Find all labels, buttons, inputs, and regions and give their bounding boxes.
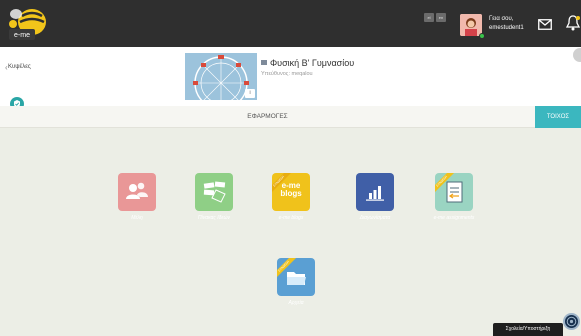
e-me-logo[interactable]: e-me <box>6 6 48 42</box>
schools-support-button[interactable]: Σχολεία/Υποστήριξη <box>493 323 563 336</box>
settings-round-button[interactable] <box>573 48 581 62</box>
top-bar: e-me el en Γεια σου, emestudent1 <box>0 0 581 47</box>
app-label: Διαγωνίσματα <box>359 215 391 221</box>
folder-icon <box>261 60 267 65</box>
course-responsible: Υπεύθυνος: meqalou <box>261 71 313 77</box>
logo-text: e-me <box>14 32 30 39</box>
tab-wall[interactable]: ΤΟΙΧΟΣ <box>535 106 581 128</box>
app-assignments[interactable]: ΣΥΝΔΕΣΗ e-me assignments <box>424 173 484 221</box>
responsible-name: meqalou <box>291 71 313 77</box>
info-icon[interactable]: i <box>245 89 255 98</box>
tab-applications[interactable]: ΕΦΑΡΜΟΓΕΣ <box>0 106 535 128</box>
app-label: e-me blogs <box>278 215 304 221</box>
username-text: emestudent1 <box>489 25 524 31</box>
app-label: Μέλη <box>131 215 143 221</box>
bar-chart-icon <box>366 186 384 201</box>
avatar[interactable] <box>460 14 482 36</box>
app-quizzes[interactable]: Διαγωνίσματα <box>345 173 405 221</box>
language-gr-button[interactable]: el <box>424 13 434 22</box>
app-files[interactable]: ΣΥΝΔΕΣΗ Αρχεία <box>266 258 326 306</box>
course-image: i <box>185 53 257 100</box>
ideas-board-tile[interactable] <box>195 173 233 211</box>
members-tile[interactable] <box>118 173 156 211</box>
blogs-tile-text-2: blogs <box>280 189 302 198</box>
responsible-label: Υπεύθυνος: <box>261 71 290 77</box>
folder-open-icon <box>287 272 306 285</box>
files-tile[interactable]: ΣΥΝΔΕΣΗ <box>277 258 315 296</box>
assignments-tile[interactable]: ΣΥΝΔΕΣΗ <box>435 173 473 211</box>
app-members[interactable]: Μέλη <box>107 173 167 221</box>
help-chat-icon[interactable] <box>563 313 580 330</box>
app-blogs[interactable]: ΣΥΝΔΕΣΗ e-me blogs e-me blogs <box>261 173 321 221</box>
blogs-tile[interactable]: ΣΥΝΔΕΣΗ e-me blogs <box>272 173 310 211</box>
app-label: e-me assignments <box>433 215 475 221</box>
language-en-button[interactable]: en <box>436 13 446 22</box>
app-label: Πίνακας Ιδεών <box>198 215 230 221</box>
app-label: Αρχεία <box>288 300 304 306</box>
users-icon <box>126 182 148 199</box>
course-header: ‹ Κυψέλες i Φυσική Β' Γυμνασίου Υπεύθυνο… <box>0 47 581 106</box>
assignment-doc-icon <box>446 181 463 203</box>
user-greeting[interactable]: Γεια σου, emestudent1 <box>489 15 524 33</box>
bell-icon[interactable] <box>565 15 581 31</box>
app-ideas-board[interactable]: Πίνακας Ιδεών <box>184 173 244 221</box>
greeting-text: Γεια σου, <box>489 16 514 22</box>
sticky-notes-icon <box>203 181 226 203</box>
online-status-dot <box>479 33 485 39</box>
quizzes-tile[interactable] <box>356 173 394 211</box>
mail-icon[interactable] <box>538 17 552 30</box>
back-to-hives-link[interactable]: Κυψέλες <box>8 64 31 70</box>
course-title: Φυσική Β' Γυμνασίου <box>270 58 355 68</box>
tab-bar: ΕΦΑΡΜΟΓΕΣ ΤΟΙΧΟΣ <box>0 106 581 128</box>
